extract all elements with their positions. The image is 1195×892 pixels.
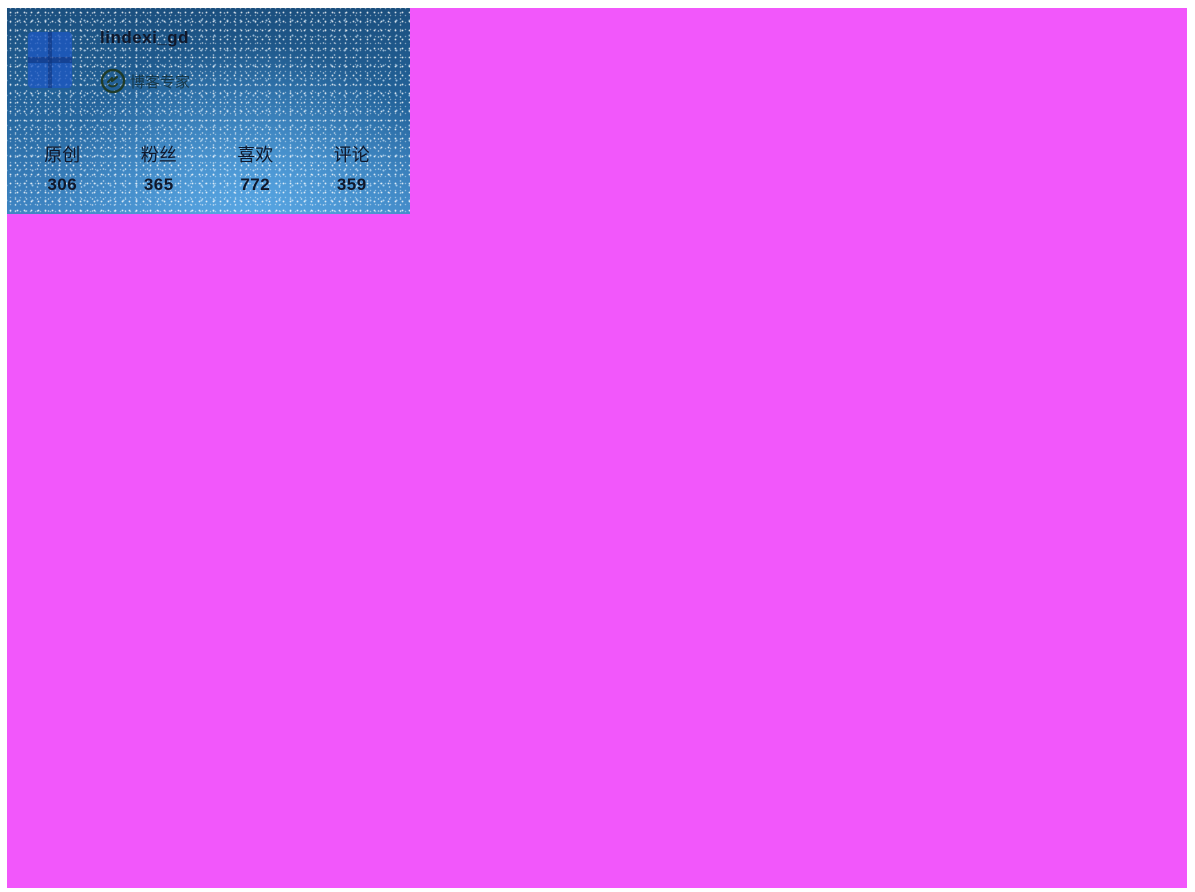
- stat-fans[interactable]: 粉丝 365: [111, 144, 208, 196]
- stat-label: 喜欢: [237, 145, 274, 165]
- avatar[interactable]: [28, 32, 72, 88]
- page-background: lindexi_gd 博客专家 原创 306 粉丝 365 喜欢 772 评论 …: [7, 8, 1187, 888]
- blog-expert-badge-icon: [100, 68, 126, 94]
- stat-label: 评论: [333, 145, 370, 165]
- stat-value: 772: [240, 175, 271, 194]
- stat-label: 原创: [44, 145, 81, 165]
- stat-label: 粉丝: [140, 145, 177, 165]
- profile-stats: 原创 306 粉丝 365 喜欢 772 评论 359: [14, 144, 400, 196]
- stat-value: 359: [336, 175, 367, 194]
- stat-value: 306: [47, 175, 78, 194]
- username[interactable]: lindexi_gd: [100, 28, 189, 48]
- badge-label: 博客专家: [130, 73, 191, 91]
- profile-card: lindexi_gd 博客专家 原创 306 粉丝 365 喜欢 772 评论 …: [7, 8, 410, 214]
- stat-value: 365: [143, 175, 174, 194]
- blog-expert-badge: 博客专家: [100, 67, 190, 95]
- stat-comments[interactable]: 评论 359: [304, 144, 401, 196]
- stat-original[interactable]: 原创 306: [14, 144, 111, 196]
- stat-likes[interactable]: 喜欢 772: [207, 144, 304, 196]
